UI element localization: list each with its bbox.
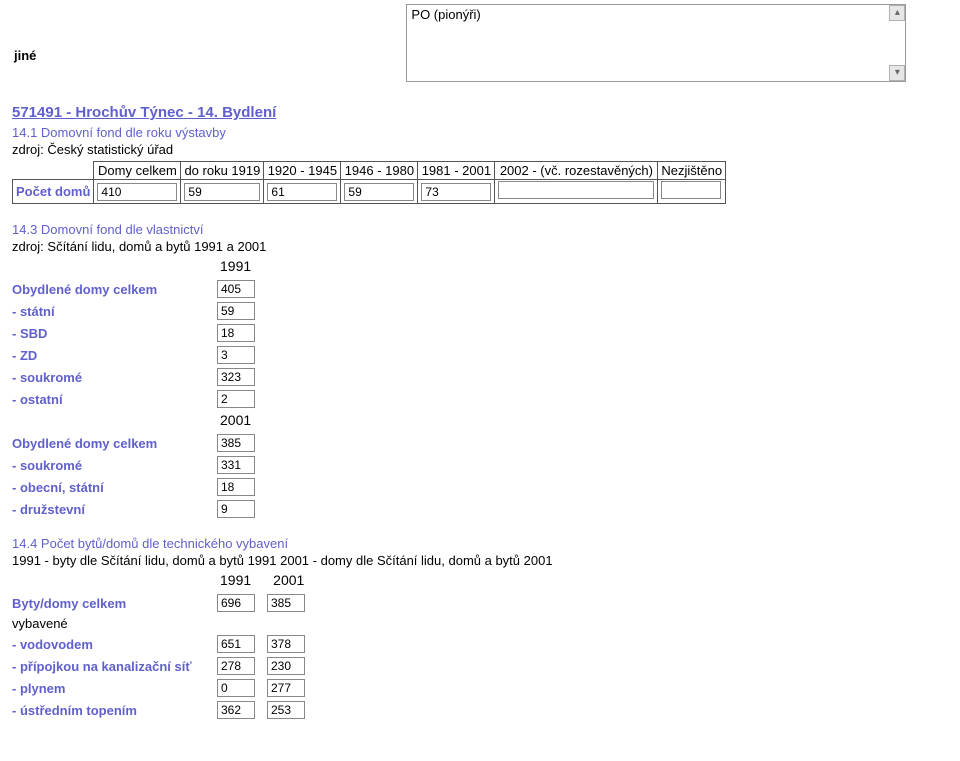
year-2001-header-144: 2001	[273, 572, 304, 588]
label-obecni-statni: - obecní, státní	[12, 480, 217, 495]
val-vodovod-1991[interactable]: 651	[217, 635, 255, 653]
table-header-row: Domy celkem do roku 1919 1920 - 1945 194…	[13, 162, 726, 180]
row-vybavene: vybavené	[12, 616, 948, 631]
page-title: 571491 - Hrochův Týnec - 14. Bydlení	[12, 104, 948, 121]
year-1991-header-144: 1991	[220, 572, 251, 588]
row-ostatni: - ostatní 2	[12, 390, 948, 408]
section-144-title: 14.4 Počet bytů/domů dle technického vyb…	[12, 536, 948, 551]
val-1920-1945[interactable]: 61	[267, 183, 337, 201]
table-data-row: Počet domů 410 59 61 59 73	[13, 180, 726, 204]
label-zd: - ZD	[12, 348, 217, 363]
scroll-down-icon[interactable]: ▾	[889, 65, 905, 81]
val-kanal-2001[interactable]: 230	[267, 657, 305, 675]
val-byty-2001[interactable]: 385	[267, 594, 305, 612]
row-vodovodem: - vodovodem 651 378	[12, 635, 948, 653]
label-byty-domy-celkem: Byty/domy celkem	[12, 596, 217, 611]
year-2001-header: 2001	[220, 412, 251, 428]
label-obydlene-2001: Obydlené domy celkem	[12, 436, 217, 451]
col-1920-1945: 1920 - 1945	[264, 162, 341, 180]
section-143-source: zdroj: Sčítání lidu, domů a bytů 1991 a …	[12, 239, 948, 254]
val-obecni-statni[interactable]: 18	[217, 478, 255, 496]
val-obydlene-1991[interactable]: 405	[217, 280, 255, 298]
jine-label: jiné	[14, 48, 36, 63]
row-plynem: - plynem 0 277	[12, 679, 948, 697]
val-plyn-2001[interactable]: 277	[267, 679, 305, 697]
row-statni: - státní 59	[12, 302, 948, 320]
val-2002[interactable]	[498, 181, 654, 199]
po-textarea[interactable]: PO (pionýři) ▴ ▾	[406, 4, 906, 82]
row-soukrome-1991: - soukromé 323	[12, 368, 948, 386]
label-kanalizace: - přípojkou na kanalizační síť	[12, 659, 217, 674]
row-kanalizace: - přípojkou na kanalizační síť 278 230	[12, 657, 948, 675]
val-kanal-1991[interactable]: 278	[217, 657, 255, 675]
row-byty-domy-celkem: Byty/domy celkem 696 385	[12, 594, 948, 612]
val-soukrome-2001[interactable]: 331	[217, 456, 255, 474]
val-nezjisteno[interactable]	[661, 181, 721, 199]
label-soukrome-1991: - soukromé	[12, 370, 217, 385]
row-obydlene-2001: Obydlené domy celkem 385	[12, 434, 948, 452]
col-domy-celkem: Domy celkem	[94, 162, 181, 180]
val-byty-1991[interactable]: 696	[217, 594, 255, 612]
row-druzstevni: - družstevní 9	[12, 500, 948, 518]
col-nezjisteno: Nezjištěno	[658, 162, 726, 180]
col-1981-2001: 1981 - 2001	[418, 162, 495, 180]
label-soukrome-2001: - soukromé	[12, 458, 217, 473]
val-statni[interactable]: 59	[217, 302, 255, 320]
val-druzstevni[interactable]: 9	[217, 500, 255, 518]
col-2002: 2002 - (vč. rozestavěných)	[495, 162, 658, 180]
row-obydlene-1991: Obydlené domy celkem 405	[12, 280, 948, 298]
label-vodovodem: - vodovodem	[12, 637, 217, 652]
section-141-title: 14.1 Domovní fond dle roku výstavby	[12, 125, 948, 140]
label-plynem: - plynem	[12, 681, 217, 696]
year-1991-header: 1991	[220, 258, 251, 274]
row-obecni-statni: - obecní, státní 18	[12, 478, 948, 496]
label-sbd: - SBD	[12, 326, 217, 341]
row-soukrome-2001: - soukromé 331	[12, 456, 948, 474]
val-sbd[interactable]: 18	[217, 324, 255, 342]
val-do-1919[interactable]: 59	[184, 183, 260, 201]
col-do-1919: do roku 1919	[181, 162, 264, 180]
label-ostatni: - ostatní	[12, 392, 217, 407]
val-plyn-1991[interactable]: 0	[217, 679, 255, 697]
val-1946-1980[interactable]: 59	[344, 183, 414, 201]
po-textarea-content: PO (pionýři)	[407, 5, 889, 24]
row-ustrednim-topenim: - ústředním topením 362 253	[12, 701, 948, 719]
val-obydlene-2001[interactable]: 385	[217, 434, 255, 452]
label-ustrednim-topenim: - ústředním topením	[12, 703, 217, 718]
val-vodovod-2001[interactable]: 378	[267, 635, 305, 653]
val-topeni-1991[interactable]: 362	[217, 701, 255, 719]
section-141-source: zdroj: Český statistický úřad	[12, 142, 948, 157]
val-domy-celkem[interactable]: 410	[97, 183, 177, 201]
val-1981-2001[interactable]: 73	[421, 183, 491, 201]
row-label-pocet-domu: Počet domů	[13, 180, 94, 204]
val-zd[interactable]: 3	[217, 346, 255, 364]
section-144-source: 1991 - byty dle Sčítání lidu, domů a byt…	[12, 553, 948, 568]
col-1946-1980: 1946 - 1980	[341, 162, 418, 180]
val-soukrome-1991[interactable]: 323	[217, 368, 255, 386]
label-vybavene: vybavené	[12, 616, 217, 631]
row-zd: - ZD 3	[12, 346, 948, 364]
val-ostatni[interactable]: 2	[217, 390, 255, 408]
label-druzstevni: - družstevní	[12, 502, 217, 517]
table-141: Domy celkem do roku 1919 1920 - 1945 194…	[12, 161, 726, 204]
val-topeni-2001[interactable]: 253	[267, 701, 305, 719]
row-sbd: - SBD 18	[12, 324, 948, 342]
label-statni: - státní	[12, 304, 217, 319]
section-143-title: 14.3 Domovní fond dle vlastnictví	[12, 222, 948, 237]
label-obydlene-1991: Obydlené domy celkem	[12, 282, 217, 297]
scroll-up-icon[interactable]: ▴	[889, 5, 905, 21]
